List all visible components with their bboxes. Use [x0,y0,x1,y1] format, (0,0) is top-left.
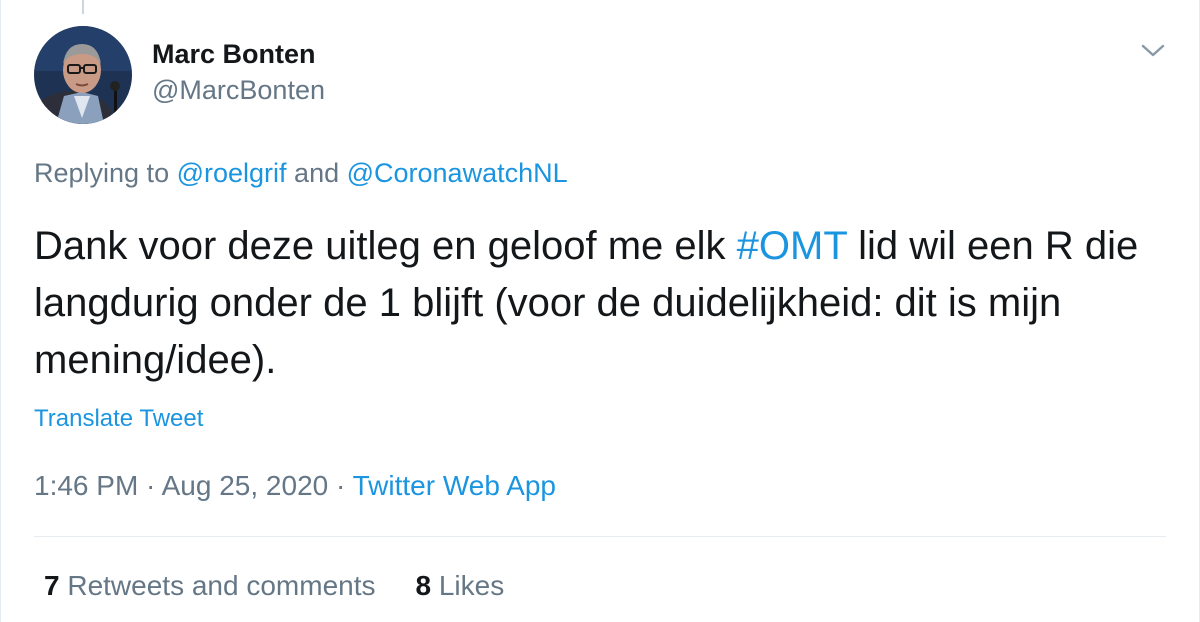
retweets-label: Retweets and comments [59,570,376,601]
reply-mention-roelgrif[interactable]: @roelgrif [177,158,287,188]
stats-divider [34,536,1166,537]
author-handle[interactable]: @MarcBonten [152,72,325,108]
thread-connector-line [82,0,84,14]
tweet-text: Dank voor deze uitleg en geloof me elk #… [34,218,1164,389]
tweet-header: Marc Bonten @MarcBonten [34,26,325,124]
replying-joiner: and [286,158,347,188]
replying-to-line: Replying to @roelgrif and @CoronawatchNL [34,155,568,191]
tweet-date[interactable]: Aug 25, 2020 [162,470,329,501]
tweet-metadata: 1:46 PM · Aug 25, 2020 · Twitter Web App [34,467,556,505]
tweet-source-link[interactable]: Twitter Web App [353,470,556,501]
likes-label: Likes [431,570,505,601]
tweet-text-part1: Dank voor deze uitleg en geloof me elk [34,224,737,268]
replying-prefix: Replying to [34,158,177,188]
hashtag-link[interactable]: #OMT [737,224,847,268]
author-display-name[interactable]: Marc Bonten [152,36,325,72]
likes-stat[interactable]: 8 Likes [416,567,505,605]
tweet-time[interactable]: 1:46 PM [34,470,138,501]
retweets-stat[interactable]: 7 Retweets and comments [44,567,376,605]
meta-separator: · [328,470,353,501]
tweet-menu-button[interactable] [1139,38,1167,62]
avatar[interactable] [34,26,132,124]
meta-separator: · [138,470,162,501]
tweet-stats: 7 Retweets and comments 8 Likes [44,567,504,605]
tweet-card: Marc Bonten @MarcBonten Replying to @roe… [0,0,1200,622]
chevron-down-icon [1141,44,1165,57]
retweets-count: 7 [44,570,60,601]
author-names: Marc Bonten @MarcBonten [152,26,325,108]
reply-mention-coronawatchnl[interactable]: @CoronawatchNL [347,158,568,188]
translate-tweet-link[interactable]: Translate Tweet [34,402,203,436]
likes-count: 8 [415,570,432,601]
avatar-image [34,26,132,124]
